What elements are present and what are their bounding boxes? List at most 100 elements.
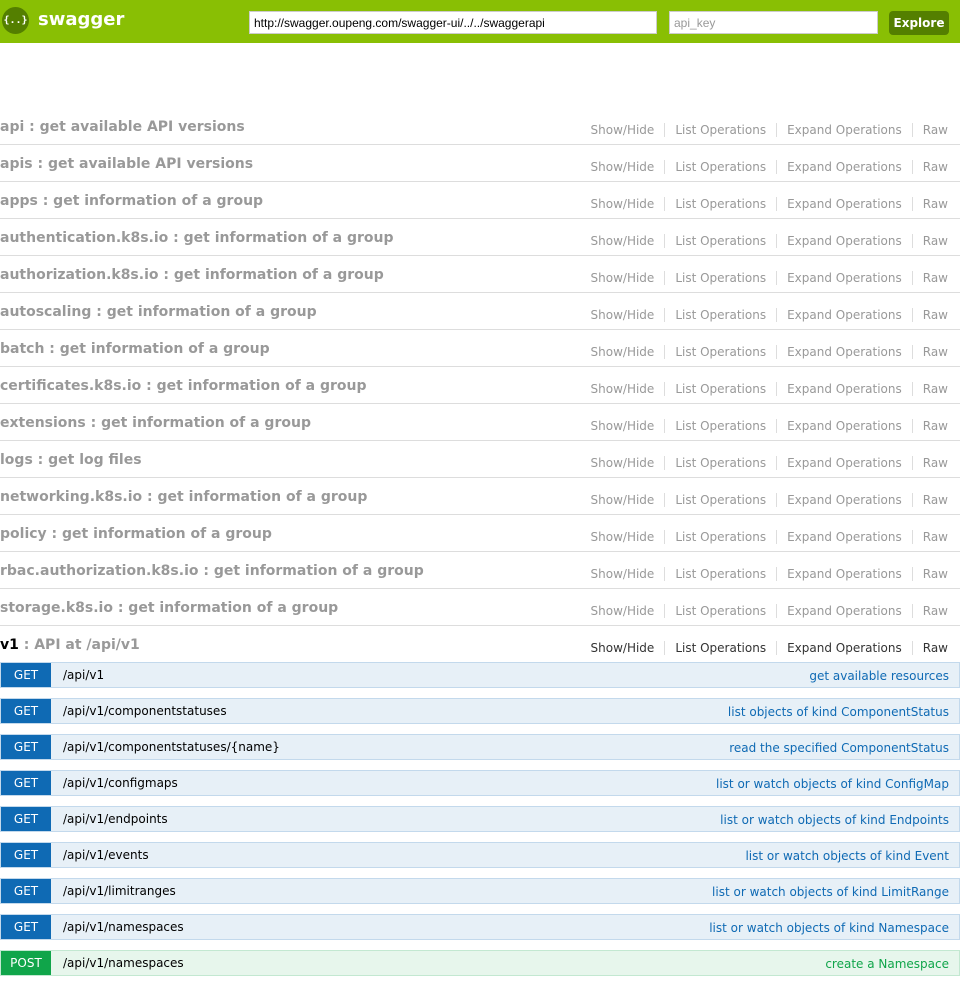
list-operations-link[interactable]: List Operations xyxy=(665,456,778,470)
http-method-badge[interactable]: GET xyxy=(1,771,51,795)
endpoint-path[interactable]: /api/v1/componentstatuses xyxy=(63,699,227,723)
endpoint-summary[interactable]: list or watch objects of kind Endpoints xyxy=(720,807,949,833)
resource-name[interactable]: authorization.k8s.io xyxy=(0,267,159,283)
resource-title[interactable]: storage.k8s.io : get information of a gr… xyxy=(0,599,338,617)
endpoint-row[interactable]: GET/api/v1/componentstatuses/{name} read … xyxy=(0,734,960,760)
resource-name[interactable]: certificates.k8s.io xyxy=(0,378,141,394)
resource-title[interactable]: api : get available API versions xyxy=(0,118,245,136)
list-operations-link[interactable]: List Operations xyxy=(665,345,778,359)
resource-title[interactable]: authentication.k8s.io : get information … xyxy=(0,229,394,247)
api-key-input[interactable] xyxy=(669,11,878,34)
list-operations-link[interactable]: List Operations xyxy=(665,160,778,174)
endpoint-path[interactable]: /api/v1/namespaces xyxy=(63,951,184,975)
list-operations-link[interactable]: List Operations xyxy=(665,530,778,544)
list-operations-link[interactable]: List Operations xyxy=(665,567,778,581)
resource-title[interactable]: certificates.k8s.io : get information of… xyxy=(0,377,367,395)
list-operations-link[interactable]: List Operations xyxy=(665,604,778,618)
show-hide-link[interactable]: Show/Hide xyxy=(591,271,666,285)
expand-operations-link[interactable]: Expand Operations xyxy=(777,382,913,396)
endpoint-path[interactable]: /api/v1/configmaps xyxy=(63,771,178,795)
endpoint-row[interactable]: GET/api/v1/componentstatuses list objects… xyxy=(0,698,960,724)
raw-link[interactable]: Raw xyxy=(913,567,948,581)
raw-link[interactable]: Raw xyxy=(913,641,948,655)
raw-link[interactable]: Raw xyxy=(913,382,948,396)
resource-title[interactable]: networking.k8s.io : get information of a… xyxy=(0,488,367,506)
http-method-badge[interactable]: GET xyxy=(1,879,51,903)
resource-name[interactable]: policy xyxy=(0,526,47,542)
resource-title[interactable]: rbac.authorization.k8s.io : get informat… xyxy=(0,562,424,580)
resource-title[interactable]: apis : get available API versions xyxy=(0,155,253,173)
endpoint-row[interactable]: GET/api/v1 get available resources xyxy=(0,662,960,688)
expand-operations-link[interactable]: Expand Operations xyxy=(777,308,913,322)
expand-operations-link[interactable]: Expand Operations xyxy=(777,641,913,655)
list-operations-link[interactable]: List Operations xyxy=(665,641,778,655)
endpoint-path[interactable]: /api/v1/namespaces xyxy=(63,915,184,939)
expand-operations-link[interactable]: Expand Operations xyxy=(777,160,913,174)
show-hide-link[interactable]: Show/Hide xyxy=(591,493,666,507)
raw-link[interactable]: Raw xyxy=(913,123,948,137)
raw-link[interactable]: Raw xyxy=(913,419,948,433)
endpoint-summary[interactable]: list or watch objects of kind Namespace xyxy=(709,915,949,941)
endpoint-summary[interactable]: create a Namespace xyxy=(825,951,949,977)
endpoint-summary[interactable]: list objects of kind ComponentStatus xyxy=(728,699,949,725)
raw-link[interactable]: Raw xyxy=(913,456,948,470)
show-hide-link[interactable]: Show/Hide xyxy=(591,641,666,655)
endpoint-summary[interactable]: list or watch objects of kind Event xyxy=(745,843,949,869)
list-operations-link[interactable]: List Operations xyxy=(665,123,778,137)
raw-link[interactable]: Raw xyxy=(913,234,948,248)
resource-title[interactable]: policy : get information of a group xyxy=(0,525,272,543)
expand-operations-link[interactable]: Expand Operations xyxy=(777,604,913,618)
http-method-badge[interactable]: GET xyxy=(1,807,51,831)
explore-button[interactable]: Explore xyxy=(889,11,949,35)
http-method-badge[interactable]: GET xyxy=(1,843,51,867)
resource-name[interactable]: rbac.authorization.k8s.io xyxy=(0,563,199,579)
raw-link[interactable]: Raw xyxy=(913,345,948,359)
http-method-badge[interactable]: GET xyxy=(1,915,51,939)
resource-title[interactable]: apps : get information of a group xyxy=(0,192,263,210)
endpoint-summary[interactable]: read the specified ComponentStatus xyxy=(729,735,949,761)
resource-title[interactable]: logs : get log files xyxy=(0,451,142,469)
show-hide-link[interactable]: Show/Hide xyxy=(591,604,666,618)
show-hide-link[interactable]: Show/Hide xyxy=(591,197,666,211)
expand-operations-link[interactable]: Expand Operations xyxy=(777,530,913,544)
endpoint-row[interactable]: POST/api/v1/namespaces create a Namespace xyxy=(0,950,960,976)
resource-title[interactable]: authorization.k8s.io : get information o… xyxy=(0,266,384,284)
resource-title[interactable]: v1 : API at /api/v1 xyxy=(0,636,140,654)
resource-name[interactable]: storage.k8s.io xyxy=(0,600,113,616)
raw-link[interactable]: Raw xyxy=(913,271,948,285)
raw-link[interactable]: Raw xyxy=(913,197,948,211)
raw-link[interactable]: Raw xyxy=(913,493,948,507)
resource-name[interactable]: networking.k8s.io xyxy=(0,489,142,505)
spec-url-input[interactable] xyxy=(249,11,657,34)
endpoint-path[interactable]: /api/v1/endpoints xyxy=(63,807,168,831)
http-method-badge[interactable]: POST xyxy=(1,951,51,975)
resource-name[interactable]: api xyxy=(0,119,24,135)
resource-name[interactable]: logs xyxy=(0,452,33,468)
expand-operations-link[interactable]: Expand Operations xyxy=(777,419,913,433)
raw-link[interactable]: Raw xyxy=(913,160,948,174)
show-hide-link[interactable]: Show/Hide xyxy=(591,530,666,544)
expand-operations-link[interactable]: Expand Operations xyxy=(777,345,913,359)
endpoint-row[interactable]: GET/api/v1/limitranges list or watch obje… xyxy=(0,878,960,904)
show-hide-link[interactable]: Show/Hide xyxy=(591,308,666,322)
http-method-badge[interactable]: GET xyxy=(1,735,51,759)
raw-link[interactable]: Raw xyxy=(913,604,948,618)
http-method-badge[interactable]: GET xyxy=(1,663,51,687)
endpoint-summary[interactable]: list or watch objects of kind LimitRange xyxy=(712,879,949,905)
endpoint-path[interactable]: /api/v1 xyxy=(63,663,104,687)
list-operations-link[interactable]: List Operations xyxy=(665,493,778,507)
expand-operations-link[interactable]: Expand Operations xyxy=(777,123,913,137)
expand-operations-link[interactable]: Expand Operations xyxy=(777,234,913,248)
endpoint-row[interactable]: GET/api/v1/namespaces list or watch objec… xyxy=(0,914,960,940)
list-operations-link[interactable]: List Operations xyxy=(665,234,778,248)
brand-name[interactable]: swagger xyxy=(38,8,124,32)
resource-name[interactable]: apis xyxy=(0,156,33,172)
resource-title[interactable]: extensions : get information of a group xyxy=(0,414,311,432)
show-hide-link[interactable]: Show/Hide xyxy=(591,160,666,174)
show-hide-link[interactable]: Show/Hide xyxy=(591,345,666,359)
expand-operations-link[interactable]: Expand Operations xyxy=(777,271,913,285)
list-operations-link[interactable]: List Operations xyxy=(665,382,778,396)
list-operations-link[interactable]: List Operations xyxy=(665,419,778,433)
resource-name[interactable]: authentication.k8s.io xyxy=(0,230,168,246)
raw-link[interactable]: Raw xyxy=(913,530,948,544)
